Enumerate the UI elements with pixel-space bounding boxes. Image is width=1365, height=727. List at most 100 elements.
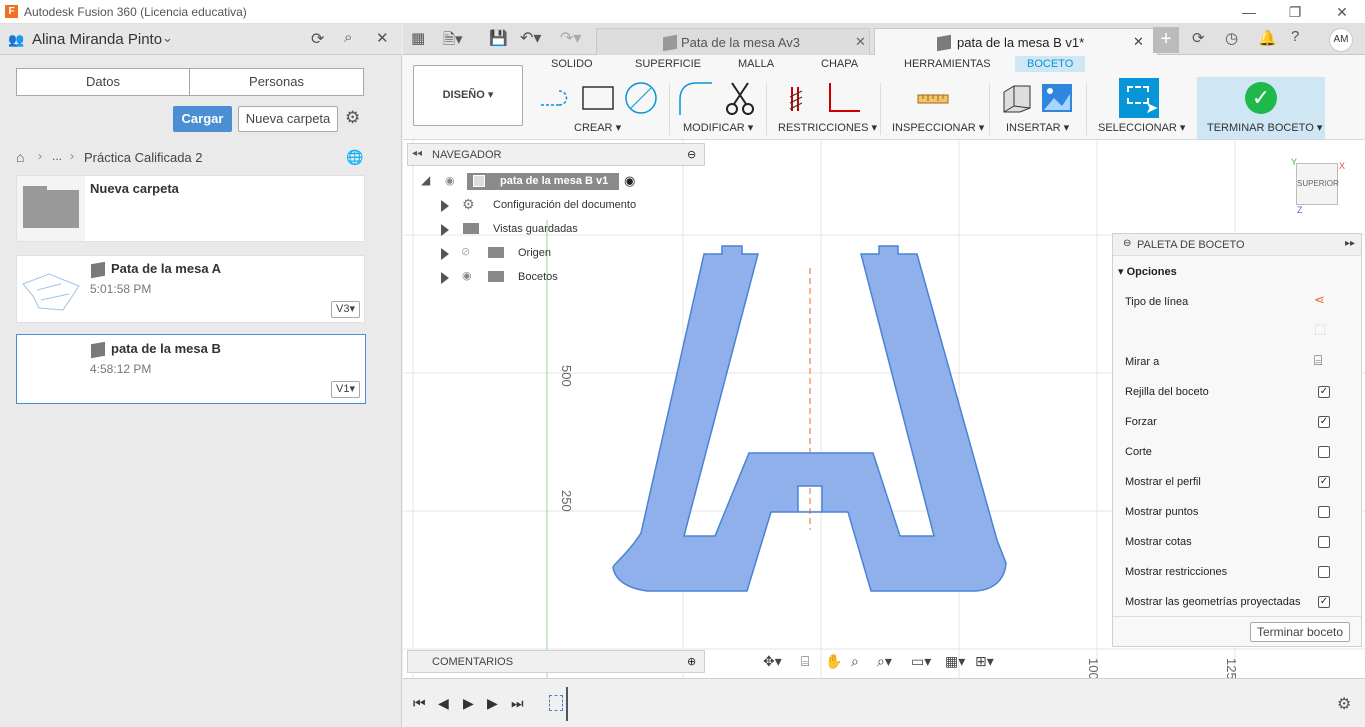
minimize-icon[interactable]: —	[1239, 2, 1259, 22]
insert-mesh-icon[interactable]	[1003, 85, 1031, 113]
tab-herramientas[interactable]: HERRAMIENTAS	[904, 58, 991, 70]
version-badge[interactable]: V3▾	[331, 301, 360, 318]
group-seleccionar[interactable]: SELECCIONAR ▾	[1098, 121, 1185, 134]
orbit-icon[interactable]: ✥▾	[763, 653, 782, 670]
tab-boceto[interactable]: BOCETO	[1015, 56, 1086, 72]
breadcrumb-current[interactable]: Práctica Calificada 2	[84, 150, 203, 165]
rectangle-tool-icon[interactable]	[582, 86, 614, 110]
extensions-icon[interactable]: ⟳	[1192, 29, 1205, 47]
globe-icon[interactable]: 🌐	[346, 149, 363, 166]
timeline-settings-gear-icon[interactable]: ⚙	[1337, 694, 1351, 714]
avatar[interactable]: AM	[1329, 28, 1353, 52]
search-icon[interactable]: ⌕	[344, 29, 352, 46]
group-modificar[interactable]: MODIFICAR ▾	[683, 121, 753, 134]
finish-sketch-group[interactable]: ✓ TERMINAR BOCETO ▾	[1197, 77, 1325, 139]
refresh-icon[interactable]: ⟳	[311, 29, 324, 49]
activate-radio-icon[interactable]: ◉	[624, 173, 635, 189]
look-at-icon[interactable]: ⌸	[801, 653, 809, 670]
zoom-icon[interactable]: ⌕	[851, 653, 859, 670]
list-item[interactable]: Nueva carpeta	[16, 175, 365, 242]
tab-malla[interactable]: MALLA	[738, 58, 774, 70]
restore-icon[interactable]: ❐	[1285, 2, 1305, 22]
tab-datos[interactable]: Datos	[17, 69, 190, 95]
expand-triangle-icon[interactable]	[441, 224, 449, 236]
gear-icon[interactable]: ⚙	[345, 108, 360, 128]
snap-checkbox[interactable]: ✓	[1318, 416, 1330, 428]
show-constraints-checkbox[interactable]	[1318, 566, 1330, 578]
tab-solido[interactable]: SOLIDO	[551, 58, 593, 70]
finish-sketch-button[interactable]: Terminar boceto	[1250, 622, 1350, 642]
next-step-icon[interactable]: ▶	[487, 695, 498, 712]
line-tool-icon[interactable]	[541, 90, 568, 106]
show-profile-checkbox[interactable]: ✓	[1318, 476, 1330, 488]
group-insertar[interactable]: INSERTAR ▾	[1006, 121, 1069, 134]
tree-root[interactable]: ◢ ◉ pata de la mesa B v1 ◉	[421, 173, 651, 191]
new-folder-button[interactable]: Nueva carpeta	[238, 106, 338, 132]
minus-icon[interactable]: ⊖	[1123, 238, 1131, 249]
design-canvas[interactable]: 500 250 1000 1250 ◂◂ NAVEGADOR ⊖ ◢ ◉ pat…	[403, 140, 1365, 678]
app-grid-icon[interactable]: ▦	[411, 29, 425, 47]
grid-settings-icon[interactable]: ▦▾	[945, 653, 965, 670]
grid-checkbox[interactable]: ✓	[1318, 386, 1330, 398]
root-node[interactable]: pata de la mesa B v1	[467, 173, 619, 190]
new-tab-button[interactable]: +	[1153, 27, 1179, 53]
show-projected-checkbox[interactable]: ✓	[1318, 596, 1330, 608]
circle-tool-icon[interactable]	[625, 82, 657, 114]
collapse-navigator-icon[interactable]: ◂◂	[412, 148, 422, 159]
workspace-dropdown[interactable]: DISEÑO ▾	[413, 65, 523, 126]
group-restricciones[interactable]: RESTRICCIONES ▾	[778, 121, 877, 134]
fillet-tool-icon[interactable]	[679, 82, 712, 115]
close-tab-icon[interactable]: ✕	[1133, 34, 1144, 50]
show-points-checkbox[interactable]	[1318, 506, 1330, 518]
parallel-constraint-icon[interactable]	[789, 87, 803, 111]
expand-triangle-icon[interactable]	[441, 248, 449, 260]
previous-step-icon[interactable]: ◀	[438, 695, 449, 712]
tab-personas[interactable]: Personas	[190, 69, 363, 95]
fit-icon[interactable]: ⌕▾	[877, 653, 892, 670]
redo-icon[interactable]: ↷▾	[560, 28, 581, 48]
tab-document-b[interactable]: pata de la mesa B v1* ✕	[874, 28, 1158, 55]
viewcube[interactable]: SUPERIOR	[1296, 163, 1339, 205]
slice-checkbox[interactable]	[1318, 446, 1330, 458]
linetype-icon[interactable]: ⋖	[1314, 292, 1325, 308]
show-dimensions-checkbox[interactable]	[1318, 536, 1330, 548]
tab-chapa[interactable]: CHAPA	[821, 58, 858, 70]
close-panel-icon[interactable]: ✕	[376, 29, 389, 47]
tree-item-origin[interactable]: ⊘ Origen	[441, 245, 641, 263]
version-badge[interactable]: V1▾	[331, 381, 360, 398]
list-item[interactable]: pata de la mesa B 4:58:12 PM V1▾	[16, 334, 366, 404]
eye-hidden-icon[interactable]: ⊘	[461, 245, 470, 258]
undo-icon[interactable]: ↶▾	[520, 28, 541, 48]
look-at-icon[interactable]: ⌸	[1314, 352, 1322, 369]
group-inspeccionar[interactable]: INSPECCIONAR ▾	[892, 121, 984, 134]
insert-image-icon[interactable]	[1042, 84, 1072, 112]
eye-icon[interactable]: ◉	[445, 174, 455, 187]
close-window-icon[interactable]: ✕	[1332, 2, 1352, 22]
upload-button[interactable]: Cargar	[173, 106, 232, 132]
help-icon[interactable]: ?	[1291, 28, 1299, 45]
display-settings-icon[interactable]: ▭▾	[911, 653, 931, 670]
first-step-icon[interactable]: ⏮	[413, 695, 426, 712]
home-icon[interactable]: ⌂	[16, 149, 24, 165]
tab-superficie[interactable]: SUPERFICIE	[635, 58, 701, 70]
breadcrumb-ellipsis[interactable]: ...	[52, 149, 62, 163]
section-options[interactable]: ▾ Opciones	[1118, 265, 1177, 278]
tree-item-config[interactable]: ⚙ Configuración del documento	[441, 196, 641, 215]
expand-triangle-icon[interactable]	[441, 200, 449, 212]
save-icon[interactable]: 💾	[489, 29, 508, 47]
play-icon[interactable]: ▶	[463, 695, 474, 712]
perpendicular-constraint-icon[interactable]	[829, 83, 860, 112]
viewports-icon[interactable]: ⊞▾	[975, 653, 994, 670]
expand-triangle-icon[interactable]	[441, 272, 449, 284]
group-crear[interactable]: CREAR ▾	[574, 121, 621, 134]
tree-item-sketches[interactable]: ◉ Bocetos	[441, 269, 641, 287]
chevron-down-icon[interactable]: ⌄	[162, 30, 173, 46]
job-status-icon[interactable]: ◷	[1225, 29, 1238, 47]
tree-item-views[interactable]: Vistas guardadas	[441, 221, 641, 239]
expand-palette-icon[interactable]: ▸▸	[1345, 238, 1355, 249]
user-name[interactable]: Alina Miranda Pinto	[32, 31, 162, 48]
group-terminar-boceto[interactable]: TERMINAR BOCETO ▾	[1207, 121, 1322, 134]
tab-document-a[interactable]: Pata de la mesa Av3 ✕	[596, 28, 870, 55]
linetype-secondary-icon[interactable]: ⬚	[1314, 321, 1326, 337]
trim-scissors-icon[interactable]	[726, 82, 754, 115]
